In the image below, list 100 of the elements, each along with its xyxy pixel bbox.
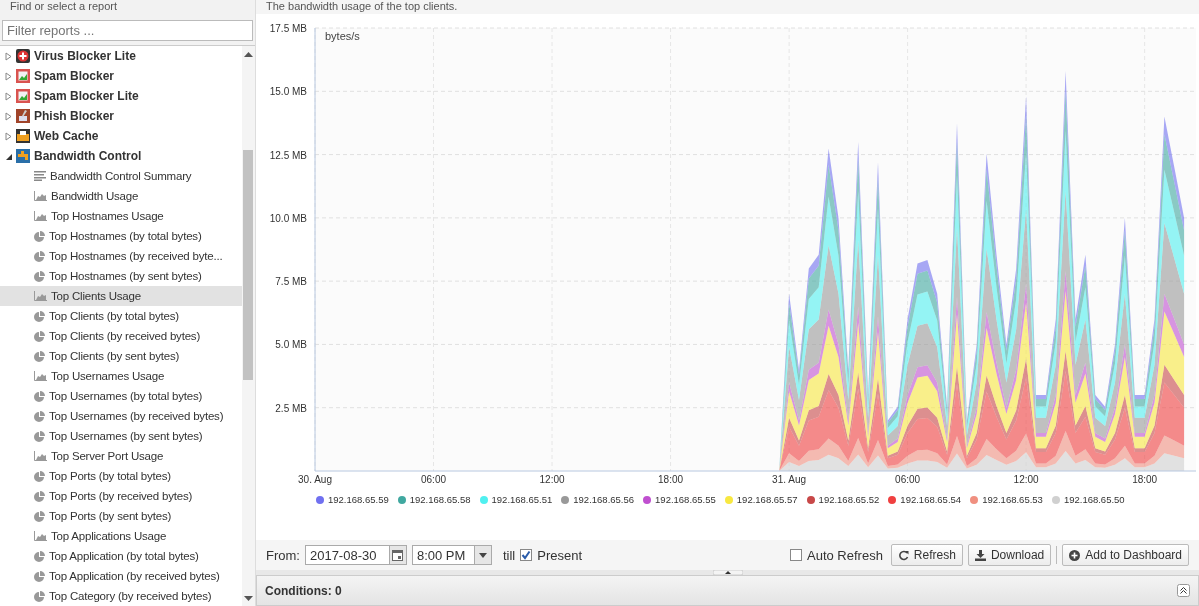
- x-axis-label: 06:00: [421, 474, 447, 485]
- add-icon: [1069, 549, 1081, 561]
- pie-chart-icon: [34, 590, 45, 602]
- expand-arrow-icon[interactable]: [5, 91, 12, 101]
- area-chart-icon: [34, 211, 47, 221]
- tree-item[interactable]: Top Applications Usage: [0, 526, 242, 546]
- tree-item[interactable]: Top Usernames (by sent bytes): [0, 426, 242, 446]
- pie-chart-icon: [34, 410, 45, 422]
- present-checkbox[interactable]: [520, 549, 533, 561]
- splitter-handle-icon[interactable]: [712, 570, 743, 575]
- tree-item[interactable]: Spam Blocker Lite: [0, 86, 242, 106]
- pie-chart-icon: [34, 510, 45, 522]
- app-icon: [16, 149, 30, 163]
- legend-item[interactable]: 192.168.65.55: [643, 494, 716, 505]
- legend-item[interactable]: 192.168.65.53: [970, 494, 1043, 505]
- tree-item[interactable]: Top Hostnames Usage: [0, 206, 242, 226]
- tree-item[interactable]: Top Clients Usage: [0, 286, 242, 306]
- filter-field[interactable]: Filter reports ...: [2, 20, 253, 41]
- y-axis-label: 17.5 MB: [269, 23, 307, 34]
- tree-item[interactable]: Top Hostnames (by sent bytes): [0, 266, 242, 286]
- tree-item[interactable]: Bandwidth Usage: [0, 186, 242, 206]
- tree-item[interactable]: Top Usernames (by received bytes): [0, 406, 242, 426]
- scroll-down-icon[interactable]: [244, 595, 253, 601]
- x-axis-label: 12:00: [1013, 474, 1039, 485]
- y-axis-label: 12.5 MB: [269, 149, 307, 161]
- tree-item[interactable]: Top Clients (by received bytes): [0, 326, 242, 346]
- legend-item[interactable]: 192.168.65.54: [888, 494, 962, 505]
- x-axis-label: 31. Aug: [772, 474, 807, 485]
- pie-chart-icon: [34, 230, 45, 242]
- download-icon: [974, 549, 986, 561]
- legend-item[interactable]: 192.168.65.52: [806, 494, 880, 505]
- legend-item[interactable]: 192.168.65.51: [479, 494, 553, 505]
- x-axis-label: 30. Aug: [298, 474, 332, 485]
- scrollbar-thumb[interactable]: [243, 150, 253, 380]
- tree-item[interactable]: Phish Blocker: [0, 106, 242, 126]
- y-axis-label: 7.5 MB: [275, 276, 307, 288]
- tree-item[interactable]: Top Application (by received bytes): [0, 566, 242, 586]
- area-chart-icon: [34, 291, 47, 301]
- tree-item[interactable]: Top Category (by received bytes): [0, 586, 242, 606]
- tree-item[interactable]: Top Server Port Usage: [0, 446, 242, 466]
- pie-chart-icon: [34, 470, 45, 482]
- expand-arrow-icon[interactable]: [5, 51, 12, 61]
- tree-item[interactable]: Top Ports (by sent bytes): [0, 506, 242, 526]
- area-chart-icon: [34, 371, 47, 381]
- tree-item[interactable]: Bandwidth Control: [0, 146, 242, 166]
- till-label: till: [502, 547, 516, 563]
- legend-item[interactable]: 192.168.65.58: [397, 494, 471, 505]
- legend-item[interactable]: 192.168.65.56: [561, 494, 635, 505]
- pie-chart-icon: [34, 570, 45, 582]
- y-axis-label: 2.5 MB: [275, 402, 307, 414]
- area-chart-icon: [34, 191, 47, 201]
- refresh-button[interactable]: Refresh: [890, 544, 963, 566]
- x-axis-label: 06:00: [895, 474, 921, 485]
- tree-item[interactable]: Top Application (by total bytes): [0, 546, 242, 566]
- tree-item[interactable]: Top Ports (by total bytes): [0, 466, 242, 486]
- area-chart-icon: [34, 451, 47, 461]
- list-icon: [34, 171, 46, 181]
- app-icon: [16, 109, 30, 123]
- tree-item[interactable]: Virus Blocker Lite: [0, 46, 242, 66]
- legend-item[interactable]: 192.168.65.50: [1051, 494, 1125, 505]
- pie-chart-icon: [34, 550, 45, 562]
- tree-item[interactable]: Top Hostnames (by received byte...: [0, 246, 242, 266]
- scrollbar[interactable]: [242, 46, 255, 606]
- report-description: The bandwidth usage of the top clients.: [266, 0, 458, 12]
- collapse-icon[interactable]: [1177, 584, 1190, 597]
- expand-arrow-icon[interactable]: [5, 71, 12, 81]
- panel-title: Find or select a report: [10, 0, 117, 12]
- conditions-title: Conditions: 0: [265, 583, 342, 598]
- tree-item[interactable]: Top Clients (by total bytes): [0, 306, 242, 326]
- x-axis-label: 12:00: [539, 474, 565, 485]
- time-field[interactable]: 8:00 PM: [411, 545, 492, 565]
- present-label: Present: [537, 547, 583, 563]
- date-field[interactable]: 2017-08-30: [304, 545, 407, 565]
- tree-item[interactable]: Spam Blocker: [0, 66, 242, 86]
- pie-chart-icon: [34, 270, 45, 282]
- tree-item[interactable]: Bandwidth Control Summary: [0, 166, 242, 186]
- app-icon: [16, 49, 30, 63]
- expand-arrow-icon[interactable]: [5, 131, 12, 141]
- tree-item[interactable]: Web Cache: [0, 126, 242, 146]
- auto-refresh-label: Auto Refresh: [807, 547, 883, 563]
- expand-arrow-icon[interactable]: [5, 111, 12, 121]
- calendar-icon[interactable]: [392, 549, 404, 561]
- legend-item[interactable]: 192.168.65.57: [724, 494, 798, 505]
- legend-item[interactable]: 192.168.65.59: [316, 494, 389, 505]
- download-button[interactable]: Download: [967, 544, 1052, 566]
- caret-icon[interactable]: [478, 552, 487, 558]
- tree-item[interactable]: Top Usernames Usage: [0, 366, 242, 386]
- y-axis-label: 10.0 MB: [269, 212, 307, 224]
- tree-item[interactable]: Top Usernames (by total bytes): [0, 386, 242, 406]
- auto-refresh-checkbox[interactable]: [790, 549, 802, 561]
- pie-chart-icon: [34, 390, 45, 402]
- tree-item[interactable]: Top Ports (by received bytes): [0, 486, 242, 506]
- y-axis-label: 5.0 MB: [275, 339, 307, 351]
- tree-item[interactable]: Top Hostnames (by total bytes): [0, 226, 242, 246]
- pie-chart-icon: [34, 330, 45, 342]
- scroll-up-icon[interactable]: [244, 52, 253, 58]
- add-button[interactable]: Add to Dashboard: [1062, 544, 1189, 566]
- app-icon: [16, 129, 30, 143]
- app-icon: [16, 89, 30, 103]
- tree-item[interactable]: Top Clients (by sent bytes): [0, 346, 242, 366]
